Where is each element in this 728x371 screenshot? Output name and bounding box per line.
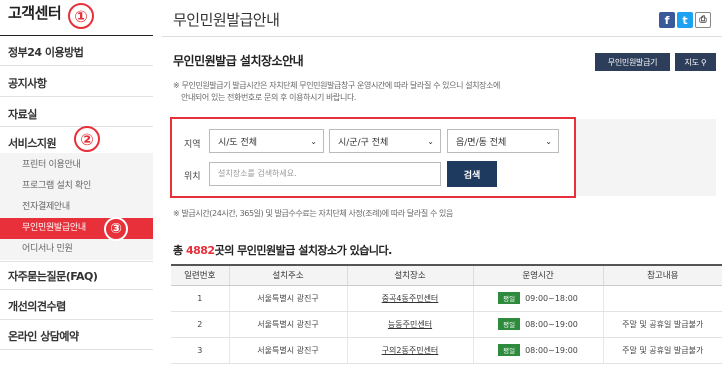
- sidebar: 고객센터 ① 정부24 이용방법 공지사항 자료실 서비스지원 ② 프린터 이용…: [0, 0, 153, 371]
- results-table: 일련번호 설치주소 설치장소 운영시간 참고내용 1 서울특별시 광진구 중곡4…: [171, 264, 722, 364]
- sigungu-select-value: 시/군/구 전체: [338, 137, 389, 148]
- cell-place-link[interactable]: 능동주민센터: [346, 311, 473, 338]
- table-row: 2 서울특별시 광진구 능동주민센터 평일 08:00~19:00 주말 및 공휴…: [171, 311, 722, 338]
- section-title: 무인민원발급 설치장소안내: [173, 54, 304, 68]
- weekday-tag: 평일: [498, 318, 521, 330]
- table-row: 3 서울특별시 광진구 구의2동주민센터 평일 08:00~19:00 주말 및 …: [171, 337, 722, 364]
- sidebar-item-consult[interactable]: 온라인 상담예약: [8, 328, 79, 344]
- table-header-row: 일련번호 설치주소 설치장소 운영시간 참고내용: [171, 264, 722, 286]
- sidebar-item-faq[interactable]: 자주묻는질문(FAQ): [8, 268, 98, 284]
- cell-note: [602, 285, 722, 312]
- cell-address: 서울특별시 광진구: [228, 337, 347, 364]
- submenu-item-printer[interactable]: 프린터 이용안내: [0, 155, 153, 176]
- facebook-icon[interactable]: f: [659, 12, 675, 28]
- map-button[interactable]: 지도 ⚲: [675, 53, 716, 71]
- divider: [0, 349, 153, 350]
- divider: [0, 96, 153, 97]
- annotation-badge-2: ②: [74, 126, 100, 152]
- search-button[interactable]: 검색: [447, 161, 497, 187]
- table-row: 1 서울특별시 광진구 중곡4동주민센터 평일 09:00~18:00: [171, 285, 722, 312]
- submenu-item-program[interactable]: 프로그램 설치 확인: [0, 176, 153, 197]
- submenu-item-kiosk[interactable]: 무인민원발급안내: [0, 218, 153, 239]
- page: 고객센터 ① 정부24 이용방법 공지사항 자료실 서비스지원 ② 프린터 이용…: [0, 0, 728, 371]
- location-label: 위치: [184, 172, 201, 182]
- sidebar-title: 고객센터: [8, 4, 62, 22]
- divider: [0, 65, 153, 66]
- twitter-icon[interactable]: t: [677, 12, 693, 28]
- submenu-item-payment[interactable]: 전자결제안내: [0, 197, 153, 218]
- sido-select-value: 시/도 전체: [218, 137, 258, 148]
- cell-address: 서울특별시 광진구: [228, 285, 347, 312]
- chevron-down-icon: ⌄: [310, 136, 317, 146]
- sido-select[interactable]: 시/도 전체 ⌄: [209, 129, 324, 153]
- cell-no: 1: [171, 285, 229, 312]
- cell-no: 3: [171, 337, 229, 364]
- region-label: 지역: [184, 140, 201, 150]
- result-summary: 총 4882곳의 무인민원발급 설치장소가 있습니다.: [173, 242, 392, 258]
- annotation-badge-1: ①: [68, 3, 94, 29]
- divider: [0, 319, 153, 320]
- summary-suffix: 곳의 무인민원발급 설치장소가 있습니다.: [214, 244, 393, 257]
- weekday-tag: 평일: [498, 344, 521, 356]
- hours-text: 09:00~18:00: [525, 293, 578, 303]
- col-header-hours: 운영시간: [472, 264, 603, 286]
- result-count: 4882: [185, 244, 215, 257]
- page-title: 무인민원발급안내: [173, 11, 280, 29]
- divider: [0, 126, 153, 127]
- cell-no: 2: [171, 311, 229, 338]
- sidebar-item-feedback[interactable]: 개선의견수렴: [8, 298, 66, 314]
- cell-hours: 평일 08:00~19:00: [472, 337, 603, 364]
- chevron-down-icon: ⌄: [427, 136, 434, 146]
- notice-text: 안내되어 있는 전화번호로 문의 후 이용하시기 바랍니다.: [181, 93, 357, 102]
- cell-hours: 평일 08:00~19:00: [472, 311, 603, 338]
- annotation-badge-3: ③: [104, 217, 128, 241]
- hours-text: 08:00~19:00: [525, 345, 578, 355]
- hours-text: 08:00~19:00: [525, 319, 578, 329]
- cell-place-link[interactable]: 구의2동주민센터: [346, 337, 473, 364]
- divider: [0, 261, 153, 262]
- sigungu-select[interactable]: 시/군/구 전체 ⌄: [329, 129, 441, 153]
- notice-text: ※ 무인민원발급기 발급시간은 자치단체 무인민원발급창구 운영시간에 따라 달…: [173, 81, 501, 90]
- cell-note: 주말 및 공휴일 발급불가: [602, 337, 722, 364]
- sidebar-item-notice[interactable]: 공지사항: [8, 75, 47, 91]
- eupmyeon-select-value: 읍/면/동 전체: [456, 137, 507, 148]
- search-panel-bg: [576, 119, 716, 196]
- chevron-down-icon: ⌄: [545, 136, 552, 146]
- cell-note: 주말 및 공휴일 발급불가: [602, 311, 722, 338]
- cell-address: 서울특별시 광진구: [228, 311, 347, 338]
- kiosk-button[interactable]: 무인민원발급기: [595, 53, 670, 71]
- location-search-input[interactable]: 설치장소를 검색하세요.: [209, 162, 441, 186]
- summary-prefix: 총: [173, 244, 186, 257]
- submenu-item-anywhere[interactable]: 어디서나 민원: [0, 239, 153, 260]
- weekday-tag: 평일: [498, 292, 521, 304]
- col-header-address: 설치주소: [228, 264, 347, 286]
- col-header-place: 설치장소: [346, 264, 473, 286]
- col-header-no: 일련번호: [171, 264, 229, 286]
- sidebar-item-guide[interactable]: 정부24 이용방법: [8, 44, 84, 60]
- footnote-text: ※ 발급시간(24시간, 365일) 및 발급수수료는 자치단체 사정(조례)에…: [173, 209, 453, 218]
- divider: [0, 289, 153, 290]
- sidebar-item-service-support[interactable]: 서비스지원: [8, 135, 57, 151]
- cell-hours: 평일 09:00~18:00: [472, 285, 603, 312]
- sidebar-item-library[interactable]: 자료실: [8, 106, 37, 122]
- divider: [162, 36, 722, 37]
- eupmyeon-select[interactable]: 읍/면/동 전체 ⌄: [447, 129, 559, 153]
- divider: [0, 35, 153, 36]
- col-header-note: 참고내용: [602, 264, 722, 286]
- cell-place-link[interactable]: 중곡4동주민센터: [346, 285, 473, 312]
- print-icon[interactable]: ⎙: [695, 12, 711, 28]
